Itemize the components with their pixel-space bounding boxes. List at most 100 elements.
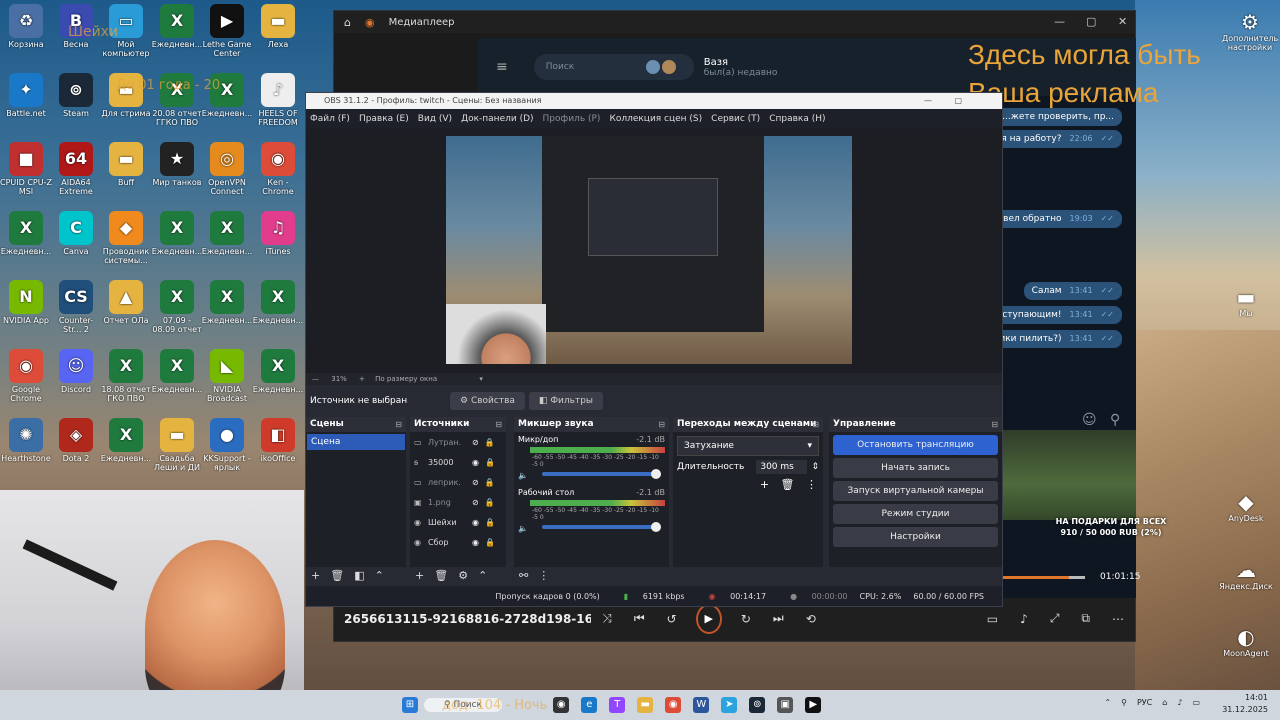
- lock-icon[interactable]: 🔒: [485, 458, 495, 467]
- zoom-level[interactable]: 31%: [331, 375, 347, 383]
- eye-icon[interactable]: ◉: [472, 538, 479, 547]
- duration-stepper-icon[interactable]: ⇕: [811, 462, 819, 472]
- desktop-icon[interactable]: ◉ Кеп - Chrome: [252, 142, 304, 204]
- desktop-icon[interactable]: ◉ Google Chrome: [0, 349, 52, 411]
- desktop-icon[interactable]: ■ CPUID CPU-Z MSI: [0, 142, 52, 204]
- speaker-icon[interactable]: 🔈: [518, 524, 528, 533]
- eye-off-icon[interactable]: ⊘: [472, 478, 479, 487]
- desktop-icon[interactable]: ◆ Проводник системы...: [100, 211, 152, 273]
- battery-icon[interactable]: ▭: [1192, 698, 1200, 707]
- dock-menu-icon[interactable]: ⊟: [658, 417, 665, 432]
- volume-fader[interactable]: [541, 522, 661, 532]
- desktop-icon[interactable]: ◎ OpenVPN Connect: [201, 142, 253, 204]
- volume-icon[interactable]: ♪: [1020, 612, 1028, 626]
- dock-menu-icon[interactable]: ⊟: [495, 417, 502, 432]
- desktop-icon[interactable]: C Canva: [50, 211, 102, 273]
- dock-menu-icon[interactable]: ⊟: [812, 417, 819, 432]
- scene-item[interactable]: Сцена: [307, 434, 405, 450]
- desktop-icon[interactable]: ▬ Леха: [252, 4, 304, 66]
- close-icon[interactable]: ✕: [1118, 15, 1127, 28]
- desktop-icon[interactable]: ✦ Battle.net: [0, 73, 52, 135]
- desktop-icon[interactable]: X Ежедневн...: [252, 280, 304, 342]
- desktop-icon[interactable]: ✺ Hearthstone: [0, 418, 52, 480]
- next-icon[interactable]: ⏭: [773, 611, 784, 626]
- desktop-icon[interactable]: ☁ Яндекс.Диск: [1214, 558, 1278, 591]
- desktop-icon[interactable]: ◆ AnyDesk: [1214, 490, 1278, 523]
- eye-off-icon[interactable]: ⊘: [472, 438, 479, 447]
- eye-off-icon[interactable]: ⊘: [472, 498, 479, 507]
- taskbar-clock[interactable]: 14:01 31.12.2025: [1222, 692, 1268, 716]
- control-button[interactable]: Запуск виртуальной камеры: [833, 481, 998, 501]
- lock-icon[interactable]: 🔒: [485, 438, 495, 447]
- desktop-icon[interactable]: X Ежедневн...: [151, 4, 203, 66]
- filter-icon[interactable]: ◧: [354, 569, 364, 582]
- filters-button[interactable]: ◧ Фильтры: [528, 392, 604, 410]
- menu-item[interactable]: Вид (V): [418, 114, 452, 124]
- dock-menu-icon[interactable]: ⊟: [395, 417, 402, 432]
- more-icon[interactable]: ⋯: [1112, 612, 1124, 626]
- miniplayer-icon[interactable]: ⧉: [1081, 611, 1090, 626]
- lock-icon[interactable]: 🔒: [485, 518, 495, 527]
- dock-menu-icon[interactable]: ⊟: [991, 417, 998, 432]
- desktop-icon[interactable]: N NVIDIA App: [0, 280, 52, 342]
- control-button[interactable]: Настройки: [833, 527, 998, 547]
- obs-window[interactable]: OBS 31.1.2 - Профиль: twitch - Сцены: Бе…: [305, 92, 1003, 607]
- control-button[interactable]: Режим студии: [833, 504, 998, 524]
- desktop-icon[interactable]: X Ежедневн...: [252, 349, 304, 411]
- menu-icon[interactable]: ≡: [496, 59, 508, 75]
- desktop-icon[interactable]: X 07.09 - 08.09 отчет ГКО...: [151, 280, 203, 342]
- language-indicator[interactable]: РУС: [1137, 698, 1152, 707]
- microphone-icon[interactable]: ⚲: [1121, 698, 1127, 707]
- steam-icon[interactable]: ⊚: [749, 697, 766, 713]
- duration-input[interactable]: 300 ms: [756, 460, 808, 474]
- desktop-icon[interactable]: ▬ Мы: [1214, 285, 1278, 318]
- trash-icon[interactable]: 🗑: [330, 569, 344, 582]
- chrome-icon[interactable]: ◉: [665, 697, 682, 713]
- volume-icon[interactable]: ♪: [1177, 698, 1182, 707]
- add-icon[interactable]: +: [311, 569, 320, 582]
- chevron-down-icon[interactable]: ▾: [479, 375, 483, 383]
- volume-fader[interactable]: [541, 469, 661, 479]
- desktop-icon-settings[interactable]: ⚙ Дополнительные настройки: [1222, 10, 1278, 52]
- obs-taskbar-icon[interactable]: ◉: [553, 697, 570, 713]
- menu-item[interactable]: Профиль (P): [543, 114, 601, 124]
- lock-icon[interactable]: 🔒: [485, 478, 495, 487]
- desktop-icon[interactable]: ♫ iTunes: [252, 211, 304, 273]
- source-item[interactable]: ꞩ 35000 ◉ 🔒: [410, 452, 506, 472]
- maximize-icon[interactable]: ▢: [1086, 15, 1096, 28]
- menu-item[interactable]: Справка (H): [769, 114, 825, 124]
- rewind-icon[interactable]: ↺: [667, 612, 677, 626]
- media-progress-bar[interactable]: [1003, 576, 1085, 579]
- maximize-icon[interactable]: ▢: [954, 93, 962, 109]
- word-icon[interactable]: W: [693, 697, 710, 713]
- desktop-icon[interactable]: X Ежедневн...: [100, 418, 152, 480]
- gear-icon[interactable]: ⚙: [458, 569, 468, 582]
- menu-item[interactable]: Сервис (T): [711, 114, 760, 124]
- desktop-icon[interactable]: ♪ HEELS OF FREEDOM 2...: [252, 73, 304, 135]
- eye-icon[interactable]: ◉: [472, 458, 479, 467]
- desktop-icon[interactable]: ⊚ Steam: [50, 73, 102, 135]
- desktop-icon[interactable]: ▲ Отчет ОЛа: [100, 280, 152, 342]
- forward-icon[interactable]: ↻: [741, 612, 751, 626]
- control-button[interactable]: Начать запись: [833, 458, 998, 478]
- microphone-icon[interactable]: ⚲: [1110, 412, 1120, 428]
- desktop-icon[interactable]: ◣ NVIDIA Broadcast: [201, 349, 253, 411]
- more-icon[interactable]: ⋮: [806, 478, 817, 491]
- desktop-icon[interactable]: ◐ MoonAgent: [1214, 625, 1278, 658]
- control-button[interactable]: Остановить трансляцию: [833, 435, 998, 455]
- chevron-up-icon[interactable]: ⌃: [478, 569, 487, 582]
- eye-icon[interactable]: ◉: [472, 518, 479, 527]
- source-item[interactable]: ◉ Шейхи ◉ 🔒: [410, 512, 506, 532]
- source-item[interactable]: ▭ леприк. ⊘ 🔒: [410, 472, 506, 492]
- edge-icon[interactable]: e: [581, 697, 598, 713]
- properties-button[interactable]: ⚙ Свойства: [450, 392, 525, 410]
- chevron-up-icon[interactable]: ⌃: [375, 569, 384, 582]
- twitch-icon[interactable]: T: [609, 697, 626, 713]
- menu-item[interactable]: Док-панели (D): [461, 114, 533, 124]
- desktop-icon[interactable]: ▶ Lethe Game Center: [201, 4, 253, 66]
- desktop-icon[interactable]: 64 AIDA64 Extreme: [50, 142, 102, 204]
- media-player-icon[interactable]: ▶: [805, 697, 822, 713]
- desktop-icon[interactable]: X 18.08 отчет ГКО ПВО: [100, 349, 152, 411]
- network-icon[interactable]: ⌂: [1162, 698, 1167, 707]
- folder-icon[interactable]: ▬: [637, 697, 654, 713]
